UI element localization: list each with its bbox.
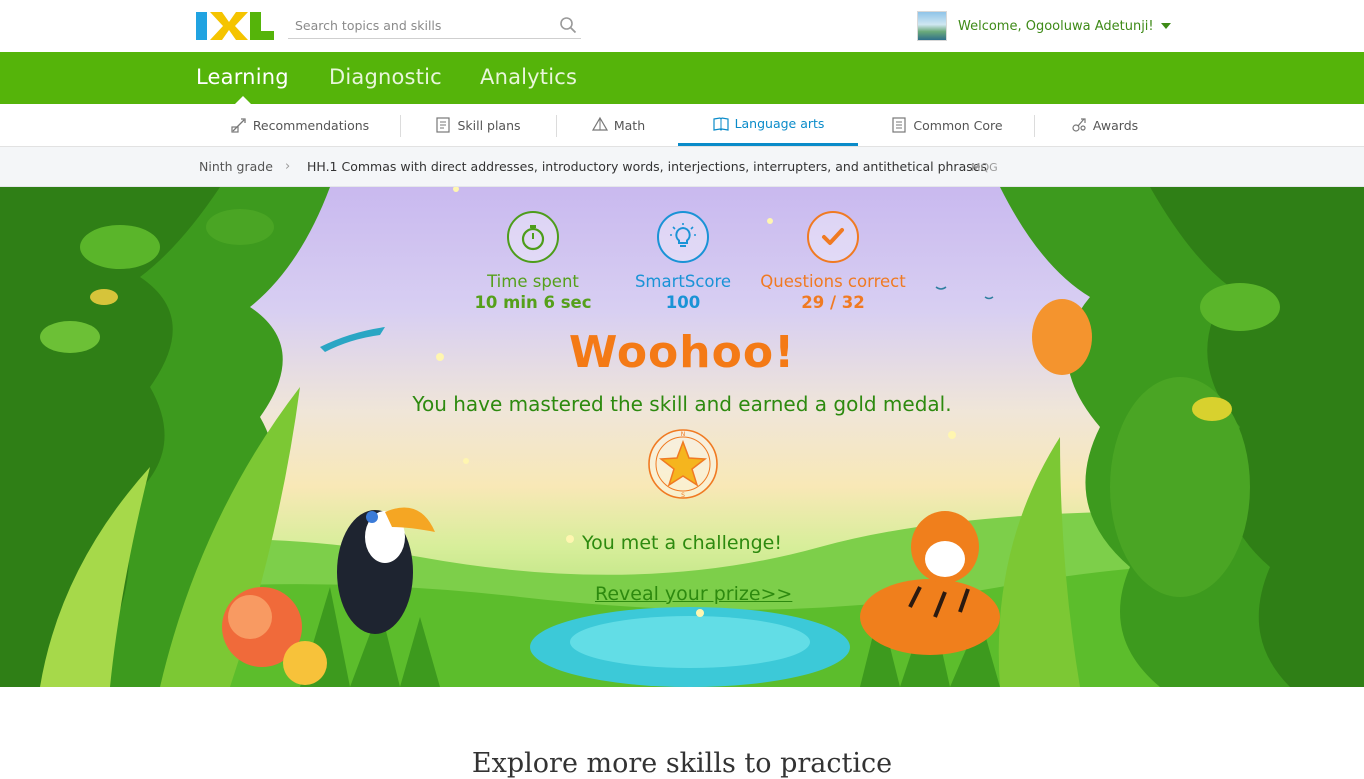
stat-questions-correct: Questions correct 29 / 32 [748,211,918,312]
skill-code: MQG [971,161,998,174]
mastery-scene: Time spent 10 min 6 sec SmartScore 100 Q… [0,187,1364,687]
user-menu[interactable]: Welcome, Ogooluwa Adetunji! [917,11,1171,41]
breadcrumb-grade[interactable]: Ninth grade [199,159,273,174]
welcome-text[interactable]: Welcome, Ogooluwa Adetunji! [958,19,1154,34]
divider [1034,115,1035,137]
breadcrumb: Ninth grade › HH.1 Commas with direct ad… [0,147,1364,187]
breadcrumb-skill: HH.1 Commas with direct addresses, intro… [307,159,987,174]
top-header: Welcome, Ogooluwa Adetunji! [0,0,1364,52]
divider [400,115,401,137]
common-core-icon [892,117,906,133]
checkmark-icon [807,211,859,263]
search-input[interactable] [288,12,538,38]
questions-correct-value: 29 / 32 [801,293,865,312]
sub-nav: Recommendations Skill plans Math Languag… [0,104,1364,147]
tab-learning[interactable]: Learning [196,65,289,89]
subtab-common-core[interactable]: Common Core [878,104,1015,146]
challenge-message: You met a challenge! [582,532,782,554]
stat-time-spent: Time spent 10 min 6 sec [448,211,618,312]
skill-plans-icon [436,117,451,133]
gold-medal-icon: N S [647,428,719,500]
smartscore-label: SmartScore [634,272,732,291]
active-tab-pointer [235,96,251,104]
lightbulb-icon [657,211,709,263]
subtab-label: Common Core [913,117,1003,133]
search-box [288,12,581,39]
svg-text:S: S [681,492,685,499]
subtab-label: Skill plans [457,117,521,133]
reveal-prize-link[interactable]: Reveal your prize>> [595,583,792,605]
time-spent-value: 10 min 6 sec [474,293,592,312]
mastery-message: You have mastered the skill and earned a… [412,392,952,416]
divider [556,115,557,137]
search-icon[interactable] [559,16,577,34]
subtab-awards[interactable]: Awards [1054,104,1154,146]
smartscore-value: 100 [665,293,701,312]
awards-icon [1072,118,1086,132]
chevron-down-icon[interactable] [1160,23,1171,29]
subtab-label: Awards [1092,117,1139,133]
main-nav: Learning Diagnostic Analytics [0,52,1364,104]
subtab-label: Math [613,117,646,133]
avatar[interactable] [917,11,947,41]
recommendations-icon [231,118,246,133]
subtab-label: Recommendations [252,117,370,133]
explore-heading: Explore more skills to practice [471,748,893,779]
subtab-language-arts[interactable]: Language arts [678,104,858,146]
subtab-recommendations[interactable]: Recommendations [222,104,377,146]
subtab-math[interactable]: Math [574,104,662,146]
math-icon [591,116,608,131]
headline: Woohoo! [568,327,796,378]
stopwatch-icon [507,211,559,263]
subtab-label: Language arts [734,116,825,131]
time-spent-label: Time spent [487,272,579,291]
language-arts-icon [712,116,729,131]
tab-diagnostic[interactable]: Diagnostic [329,65,442,89]
svg-text:N: N [681,431,686,438]
tab-analytics[interactable]: Analytics [480,65,577,89]
ixl-logo[interactable] [196,12,274,40]
questions-correct-label: Questions correct [760,272,906,291]
subtab-skill-plans[interactable]: Skill plans [420,104,535,146]
chevron-right-icon: › [285,159,291,174]
stat-smartscore: SmartScore 100 [598,211,768,312]
